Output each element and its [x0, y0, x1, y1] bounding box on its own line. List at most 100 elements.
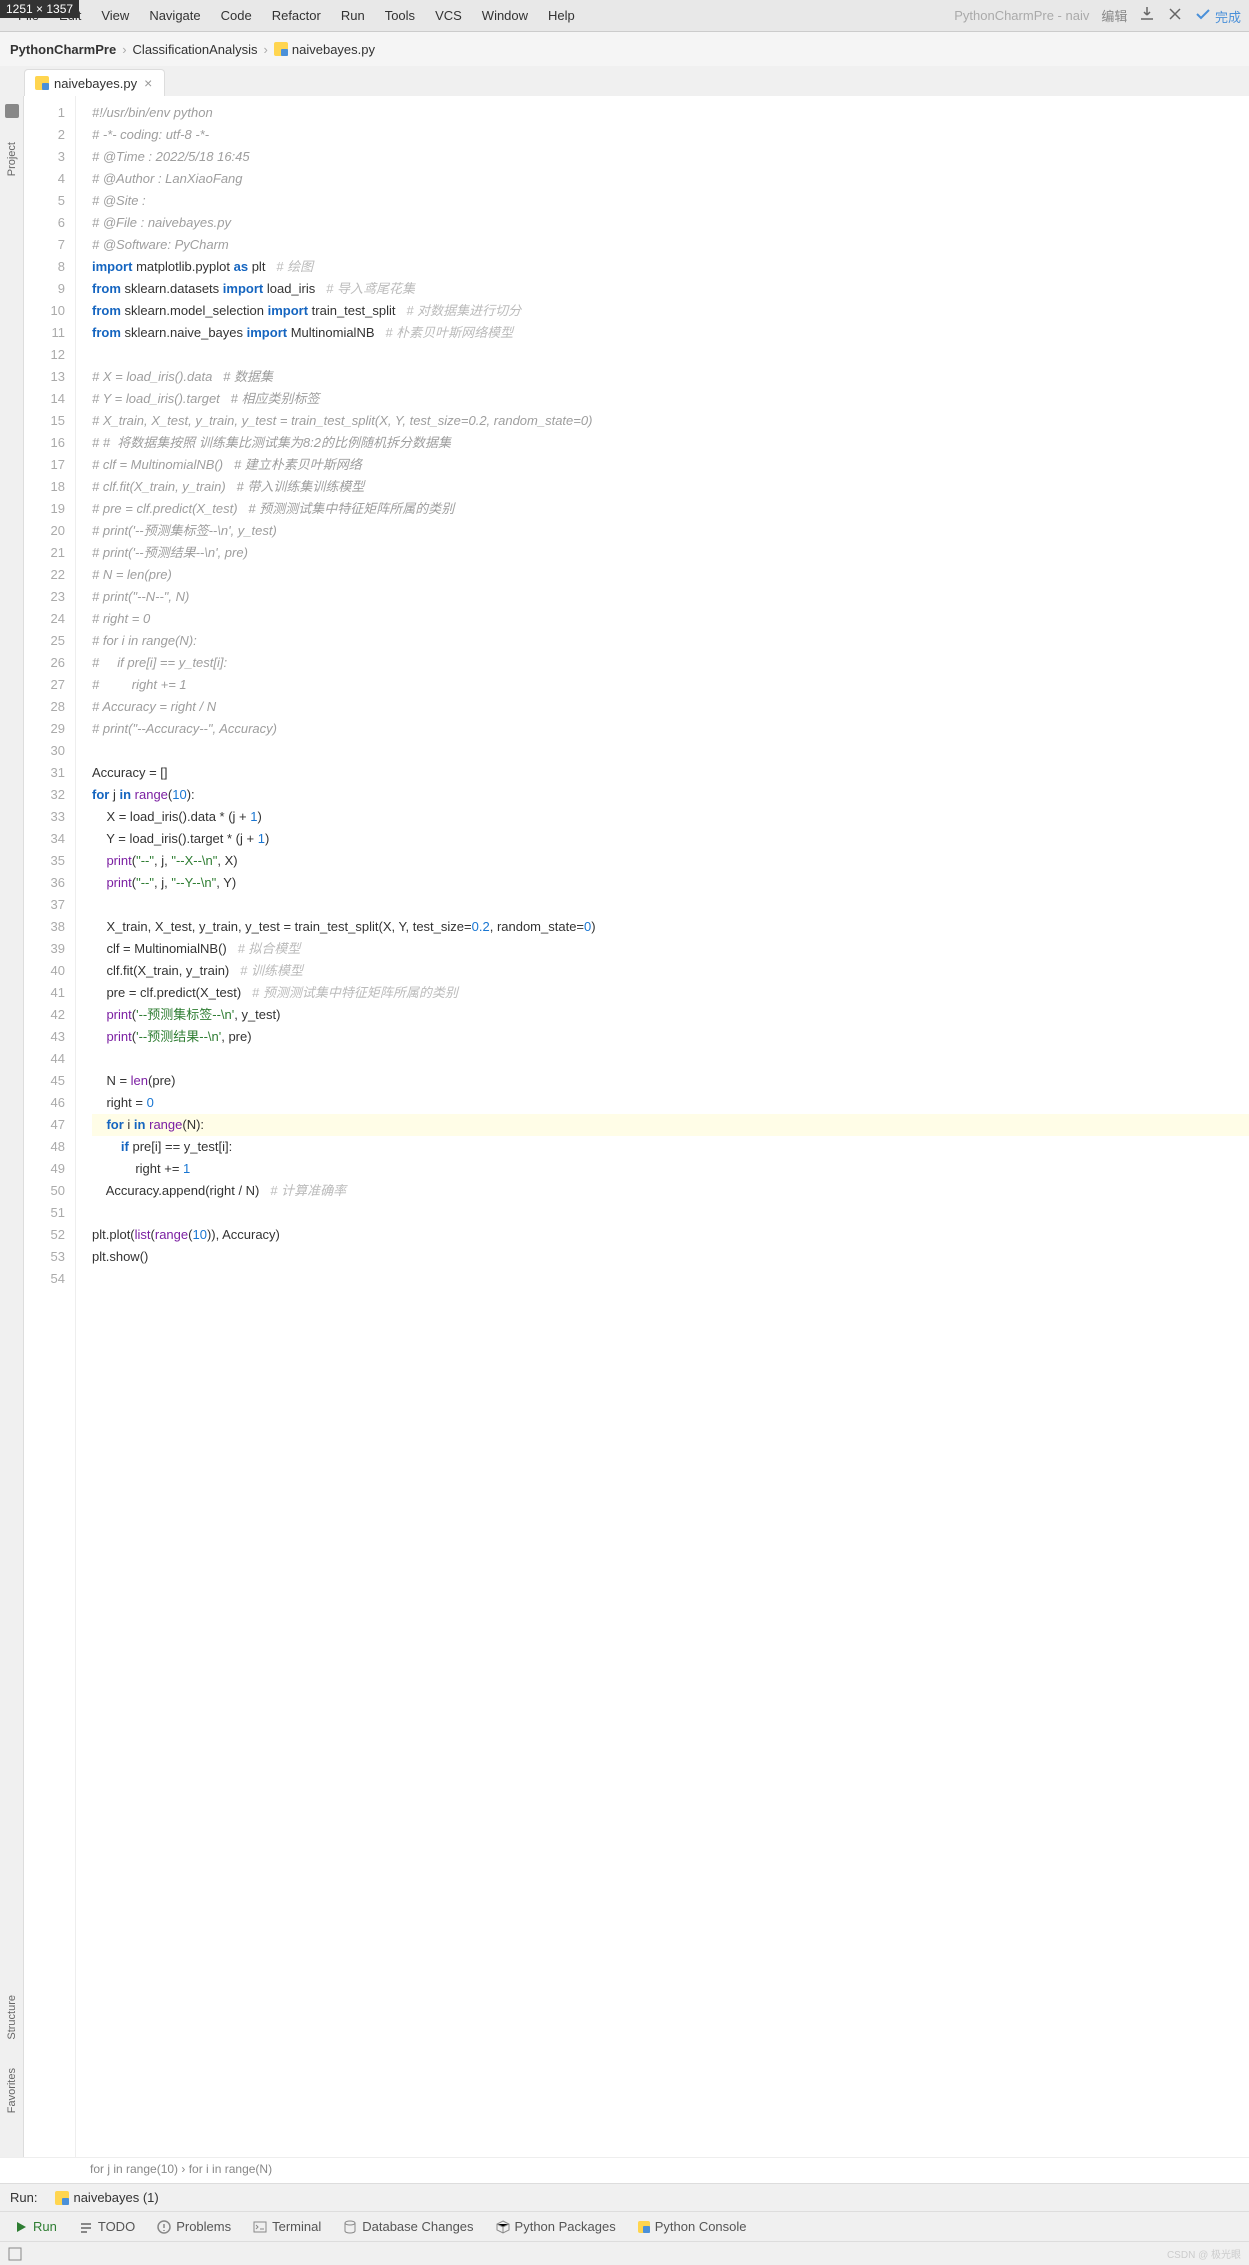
close-icon[interactable] — [1167, 6, 1183, 25]
line-number-gutter: ▶ 12345678910111213141516171819202122232… — [24, 96, 76, 2157]
code-line[interactable]: # Accuracy = right / N — [92, 696, 1249, 718]
editor-tab-bar: naivebayes.py × — [0, 66, 1249, 96]
breadcrumb-file[interactable]: naivebayes.py — [274, 42, 375, 57]
code-line[interactable]: import matplotlib.pyplot as plt # 绘图 — [92, 256, 1249, 278]
code-line[interactable]: clf = MultinomialNB() # 拟合模型 — [92, 938, 1249, 960]
code-editor[interactable]: ▶ 12345678910111213141516171819202122232… — [24, 96, 1249, 2157]
close-tab-icon[interactable]: × — [142, 75, 154, 91]
project-tool-label[interactable]: Project — [6, 138, 18, 180]
code-line[interactable]: #!/usr/bin/env python — [92, 102, 1249, 124]
code-line[interactable]: print('--预测结果--\n', pre) — [92, 1026, 1249, 1048]
line-number: 15 — [24, 410, 65, 432]
code-line[interactable] — [92, 894, 1249, 916]
download-icon[interactable] — [1139, 6, 1155, 25]
menu-view[interactable]: View — [91, 4, 139, 27]
line-number: 28 — [24, 696, 65, 718]
code-line[interactable]: N = len(pre) — [92, 1070, 1249, 1092]
code-line[interactable]: # @Software: PyCharm — [92, 234, 1249, 256]
code-line[interactable] — [92, 1202, 1249, 1224]
todo-tool-tab[interactable]: TODO — [79, 2219, 135, 2234]
code-line[interactable] — [92, 1048, 1249, 1070]
breadcrumb-folder[interactable]: ClassificationAnalysis — [133, 42, 258, 57]
code-line[interactable]: right += 1 — [92, 1158, 1249, 1180]
code-line[interactable]: # -*- coding: utf-8 -*- — [92, 124, 1249, 146]
code-line[interactable]: # if pre[i] == y_test[i]: — [92, 652, 1249, 674]
menu-code[interactable]: Code — [211, 4, 262, 27]
menu-run[interactable]: Run — [331, 4, 375, 27]
problems-tool-tab[interactable]: Problems — [157, 2219, 231, 2234]
code-line[interactable]: # for i in range(N): — [92, 630, 1249, 652]
structure-tool-label[interactable]: Structure — [6, 1991, 18, 2044]
code-line[interactable]: X = load_iris().data * (j + 1) — [92, 806, 1249, 828]
menu-help[interactable]: Help — [538, 4, 585, 27]
line-number: 14 — [24, 388, 65, 410]
menu-window[interactable]: Window — [472, 4, 538, 27]
code-line[interactable]: # @Site : — [92, 190, 1249, 212]
code-line[interactable]: # print("--Accuracy--", Accuracy) — [92, 718, 1249, 740]
chevron-right-icon: › — [122, 42, 126, 57]
code-line[interactable]: print("--", j, "--X--\n", X) — [92, 850, 1249, 872]
line-number: 21 — [24, 542, 65, 564]
menu-refactor[interactable]: Refactor — [262, 4, 331, 27]
code-line[interactable]: if pre[i] == y_test[i]: — [92, 1136, 1249, 1158]
code-line[interactable]: Accuracy.append(right / N) # 计算准确率 — [92, 1180, 1249, 1202]
code-line[interactable]: # print('--预测集标签--\n', y_test) — [92, 520, 1249, 542]
code-line[interactable]: Accuracy = [] — [92, 762, 1249, 784]
code-line[interactable]: Y = load_iris().target * (j + 1) — [92, 828, 1249, 850]
code-line[interactable]: # X = load_iris().data # 数据集 — [92, 366, 1249, 388]
line-number: 48 — [24, 1136, 65, 1158]
menu-navigate[interactable]: Navigate — [139, 4, 210, 27]
code-line[interactable]: plt.show() — [92, 1246, 1249, 1268]
status-icon[interactable] — [8, 2247, 22, 2261]
editor-tab[interactable]: naivebayes.py × — [24, 69, 165, 96]
breadcrumb-project[interactable]: PythonCharmPre — [10, 42, 116, 57]
run-config-tab[interactable]: naivebayes (1) — [47, 2188, 166, 2207]
line-number: 37 — [24, 894, 65, 916]
code-line[interactable]: plt.plot(list(range(10)), Accuracy) — [92, 1224, 1249, 1246]
edit-cn-label[interactable]: 编辑 — [1101, 6, 1127, 25]
terminal-tool-tab[interactable]: Terminal — [253, 2219, 321, 2234]
code-line[interactable]: # X_train, X_test, y_train, y_test = tra… — [92, 410, 1249, 432]
code-line[interactable]: # Y = load_iris().target # 相应类别标签 — [92, 388, 1249, 410]
code-line[interactable]: X_train, X_test, y_train, y_test = train… — [92, 916, 1249, 938]
code-line[interactable]: # print('--预测结果--\n', pre) — [92, 542, 1249, 564]
code-line[interactable]: # right += 1 — [92, 674, 1249, 696]
code-line[interactable]: # # 将数据集按照 训练集比测试集为8:2的比例随机拆分数据集 — [92, 432, 1249, 454]
code-line[interactable]: for i in range(N): — [92, 1114, 1249, 1136]
code-line[interactable]: # @Time : 2022/5/18 16:45 — [92, 146, 1249, 168]
code-line[interactable]: # pre = clf.predict(X_test) # 预测测试集中特征矩阵… — [92, 498, 1249, 520]
menu-vcs[interactable]: VCS — [425, 4, 472, 27]
code-line[interactable]: # clf = MultinomialNB() # 建立朴素贝叶斯网络 — [92, 454, 1249, 476]
code-line[interactable] — [92, 1268, 1249, 1290]
code-line[interactable]: pre = clf.predict(X_test) # 预测测试集中特征矩阵所属… — [92, 982, 1249, 1004]
line-number: 11 — [24, 322, 65, 344]
favorites-tool-label[interactable]: Favorites — [6, 2064, 18, 2117]
code-line[interactable]: from sklearn.naive_bayes import Multinom… — [92, 322, 1249, 344]
line-number: 7 — [24, 234, 65, 256]
code-content[interactable]: #!/usr/bin/env python# -*- coding: utf-8… — [88, 96, 1249, 2157]
code-line[interactable]: # print("--N--", N) — [92, 586, 1249, 608]
code-line[interactable]: for j in range(10): — [92, 784, 1249, 806]
code-line[interactable]: # clf.fit(X_train, y_train) # 带入训练集训练模型 — [92, 476, 1249, 498]
done-button[interactable]: 完成 — [1195, 6, 1241, 26]
code-line[interactable]: # @File : naivebayes.py — [92, 212, 1249, 234]
run-tool-tab[interactable]: Run — [14, 2219, 57, 2234]
code-breadcrumb[interactable]: for j in range(10) › for i in range(N) — [0, 2157, 1249, 2183]
project-tool-icon[interactable] — [5, 104, 19, 118]
code-line[interactable]: from sklearn.model_selection import trai… — [92, 300, 1249, 322]
code-line[interactable]: clf.fit(X_train, y_train) # 训练模型 — [92, 960, 1249, 982]
packages-tool-tab[interactable]: Python Packages — [496, 2219, 616, 2234]
console-tool-tab[interactable]: Python Console — [638, 2219, 747, 2234]
database-tool-tab[interactable]: Database Changes — [343, 2219, 473, 2234]
code-line[interactable]: print("--", j, "--Y--\n", Y) — [92, 872, 1249, 894]
code-line[interactable] — [92, 740, 1249, 762]
code-line[interactable]: # @Author : LanXiaoFang — [92, 168, 1249, 190]
code-line[interactable]: from sklearn.datasets import load_iris #… — [92, 278, 1249, 300]
code-line[interactable]: # N = len(pre) — [92, 564, 1249, 586]
menu-tools[interactable]: Tools — [375, 4, 425, 27]
code-line[interactable] — [92, 344, 1249, 366]
code-line[interactable]: # right = 0 — [92, 608, 1249, 630]
code-line[interactable]: print('--预测集标签--\n', y_test) — [92, 1004, 1249, 1026]
code-line[interactable]: right = 0 — [92, 1092, 1249, 1114]
line-number: 9 — [24, 278, 65, 300]
